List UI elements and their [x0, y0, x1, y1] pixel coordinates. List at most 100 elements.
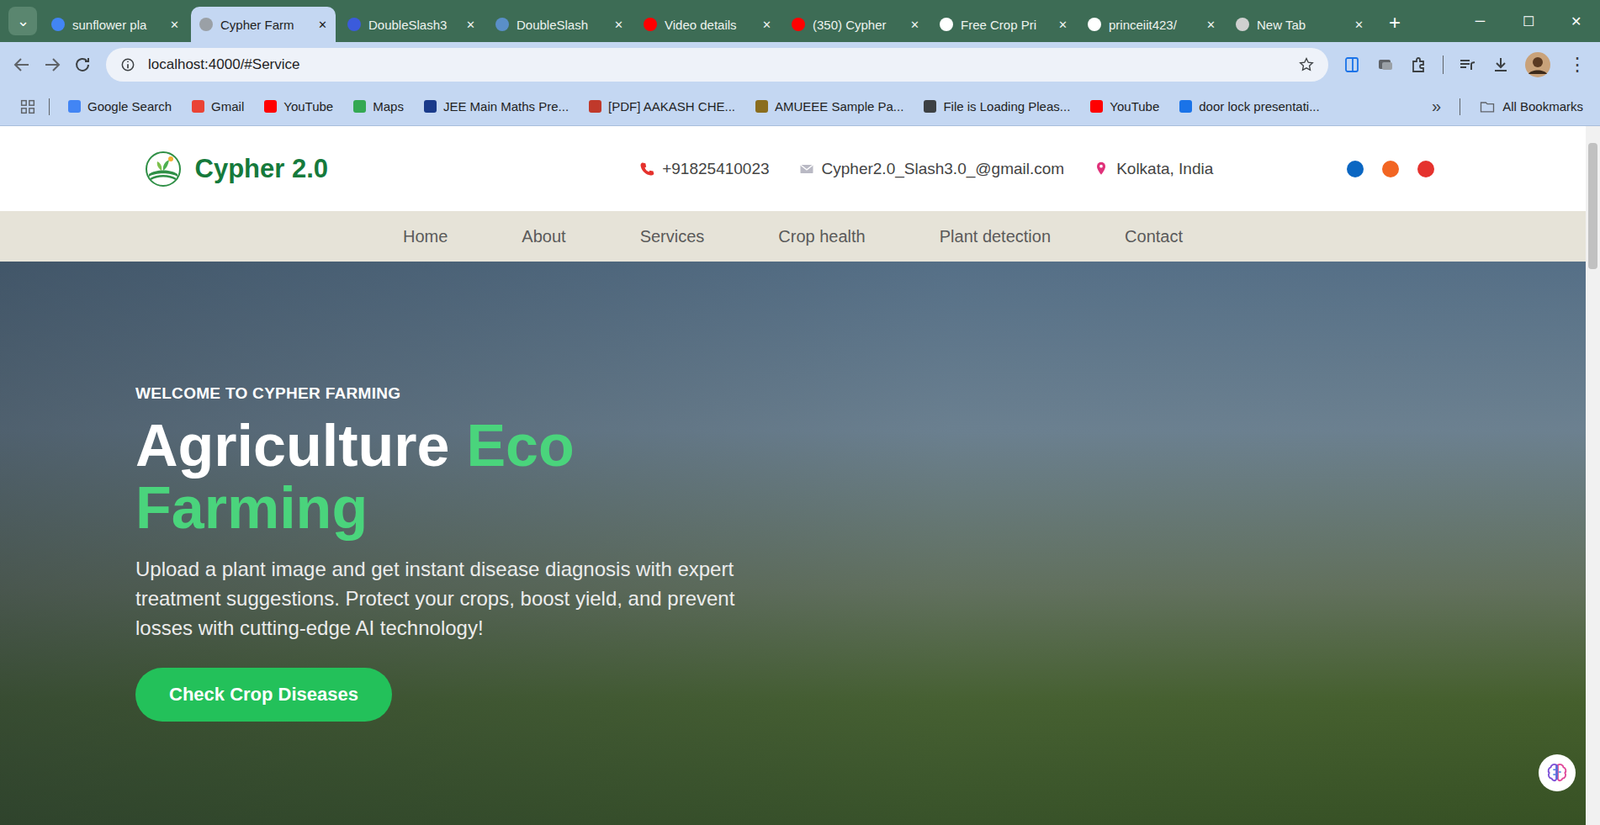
tab-close-button[interactable]: ✕ [317, 18, 328, 32]
mail-icon [798, 160, 816, 178]
bookmark-item[interactable]: [PDF] AAKASH CHE... [582, 95, 742, 117]
bookmark-label: File is Loading Pleas... [943, 99, 1071, 114]
nav-link[interactable]: Home [402, 227, 448, 247]
favicon-icon [495, 17, 509, 32]
tab-close-button[interactable]: ✕ [466, 18, 476, 32]
side-panel-icon[interactable] [1341, 54, 1362, 75]
bookmark-favicon-icon [755, 100, 769, 113]
toolbar-separator [1442, 55, 1444, 75]
download-icon[interactable] [1490, 54, 1511, 75]
bookmark-favicon-icon [264, 100, 277, 113]
browser-tab[interactable]: New Tab ✕ [1227, 6, 1373, 43]
bookmark-favicon-icon [423, 100, 437, 113]
browser-tab[interactable]: princeiit423/ ✕ [1079, 6, 1224, 43]
favicon-icon [347, 17, 361, 32]
tab-label: princeiit423/ [1108, 17, 1199, 32]
new-tab-button[interactable]: + [1380, 8, 1410, 38]
bookmark-label: Google Search [87, 99, 172, 114]
tab-close-button[interactable]: ✕ [169, 18, 180, 32]
hero-section: WELCOME TO CYPHER FARMING AgricultureEcoF… [0, 261, 1586, 825]
apps-grid-icon[interactable] [18, 97, 38, 117]
bookmark-item[interactable]: YouTube [257, 95, 340, 117]
address-bar[interactable]: localhost:4000/#Service [105, 47, 1329, 82]
hero-title-word: Agriculture [135, 413, 450, 479]
tab-close-button[interactable]: ✕ [1354, 18, 1364, 32]
forward-arrow-icon[interactable] [42, 54, 63, 75]
tab-label: Video details [664, 17, 755, 32]
browser-tab[interactable]: (350) Cypher✕ [783, 6, 928, 43]
bookmark-label: Maps [372, 99, 404, 114]
page-scrollbar[interactable] [1585, 126, 1600, 825]
all-bookmarks-label: All Bookmarks [1502, 99, 1584, 114]
browser-tab[interactable]: DoubleSlash3 ✕ [339, 6, 484, 43]
contact-text[interactable]: +91825410023 [662, 159, 769, 179]
info-icon[interactable] [119, 56, 137, 74]
bookmark-item[interactable]: File is Loading Pleas... [916, 95, 1077, 117]
tab-close-button[interactable]: ✕ [1206, 18, 1216, 32]
chat-assistant-button[interactable] [1538, 754, 1576, 792]
main-nav: Home About Services Crop health Plant detect… [0, 211, 1586, 262]
bookmark-item[interactable]: door lock presentati... [1172, 95, 1326, 117]
browser-menu-button[interactable]: ⋮ [1564, 53, 1590, 76]
bookmark-item[interactable]: YouTube [1083, 95, 1166, 117]
window-control-button[interactable]: ☐ [1504, 0, 1553, 43]
tab-label: DoubleSlash3 [368, 17, 459, 32]
browser-tab[interactable]: DoubleSlash✕ [487, 6, 632, 43]
all-bookmarks-button[interactable]: All Bookmarks [1472, 95, 1590, 119]
media-controls-icon[interactable] [1456, 54, 1478, 75]
hero-title: AgricultureEcoFarming [135, 414, 775, 540]
check-crop-diseases-button[interactable]: Check Crop Diseases [135, 667, 393, 722]
address-text[interactable]: localhost:4000/#Service [148, 56, 1287, 74]
tab-label: New Tab [1256, 17, 1347, 32]
back-arrow-icon[interactable] [11, 54, 32, 75]
bookmark-label: [PDF] AAKASH CHE... [608, 99, 736, 114]
browser-tab[interactable]: Free Crop Pri ✕ [931, 6, 1076, 43]
contact-text[interactable]: Kolkata, India [1116, 159, 1214, 179]
bookmark-favicon-icon [588, 100, 602, 113]
hero-eyebrow: WELCOME TO CYPHER FARMING [135, 384, 775, 403]
tab-search-button[interactable]: ⌄ [8, 6, 38, 36]
tab-bar: ⌄sunflower pla✕Cypher Farm✕DoubleSlash3✕… [0, 0, 1600, 43]
nav-link[interactable]: About [521, 227, 566, 247]
extension-icon[interactable] [1375, 54, 1396, 75]
social-dot-icon[interactable] [1417, 160, 1435, 178]
scrollbar-thumb[interactable] [1588, 143, 1598, 270]
browser-tab[interactable]: sunflower pla ✕ [42, 6, 188, 43]
bookmark-item[interactable]: AMUEEE Sample Pa... [748, 95, 911, 117]
reload-icon[interactable] [72, 54, 93, 75]
tab-close-button[interactable]: ✕ [614, 18, 624, 32]
contact-item: Cypher2.0_Slash3.0_@gmail.com [798, 159, 1065, 179]
page-viewport: Cypher 2.0 +91825410023 Cypher2.0_Slash3.0… [0, 126, 1600, 825]
social-dot-icon[interactable] [1346, 160, 1364, 178]
favicon-icon [643, 17, 657, 32]
window-control-button[interactable]: ✕ [1552, 0, 1600, 43]
tab-label: Free Crop Pri [960, 17, 1051, 32]
contact-text[interactable]: Cypher2.0_Slash3.0_@gmail.com [821, 159, 1065, 179]
tab-label: sunflower pla [72, 17, 163, 32]
nav-link[interactable]: Contact [1124, 227, 1183, 247]
bookmark-star-icon[interactable] [1298, 56, 1315, 74]
tab-close-button[interactable]: ✕ [1058, 18, 1068, 32]
favicon-icon [1087, 17, 1102, 32]
bookmark-item[interactable]: JEE Main Maths Pre... [417, 95, 576, 117]
browser-tab[interactable]: Video details ✕ [635, 6, 780, 43]
puzzle-icon[interactable] [1409, 54, 1430, 75]
bookmark-item[interactable]: Maps [346, 95, 411, 117]
folder-icon [1478, 98, 1496, 116]
profile-avatar-icon[interactable] [1524, 51, 1552, 79]
bookmark-item[interactable]: Gmail [185, 95, 251, 117]
contact-item: +91825410023 [638, 159, 769, 179]
tab-close-button[interactable]: ✕ [762, 18, 772, 32]
hero-title-line: Farming [135, 476, 775, 540]
window-control-button[interactable]: ─ [1456, 0, 1505, 43]
brand-logo[interactable]: Cypher 2.0 [144, 150, 329, 188]
bookmarks-separator [48, 98, 50, 116]
nav-link[interactable]: Services [640, 227, 705, 247]
bookmark-item[interactable]: Google Search [61, 95, 179, 117]
bookmarks-overflow-button[interactable]: » [1425, 96, 1448, 117]
tab-close-button[interactable]: ✕ [910, 18, 920, 32]
social-dot-icon[interactable] [1382, 160, 1399, 178]
nav-link[interactable]: Plant detection [939, 227, 1051, 247]
nav-link[interactable]: Crop health [778, 227, 865, 247]
browser-tab[interactable]: Cypher Farm✕ [190, 6, 336, 43]
